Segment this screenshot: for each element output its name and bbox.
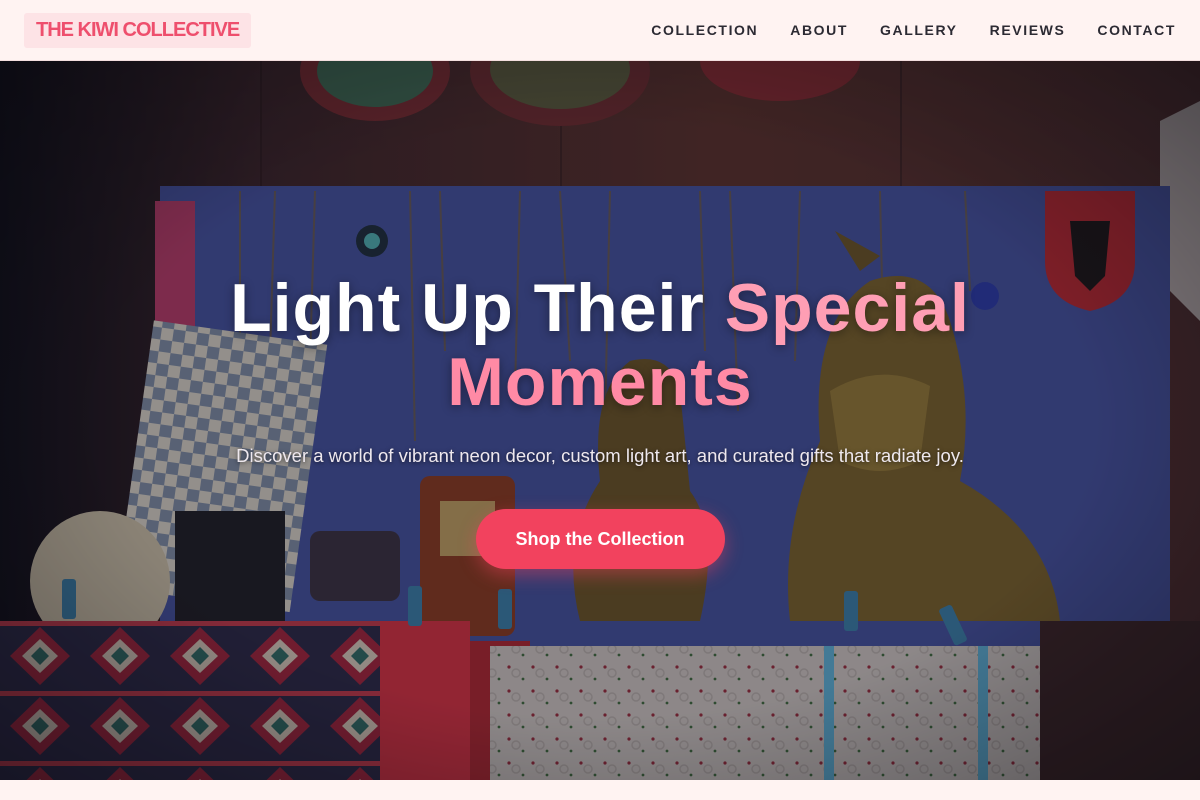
brand-logo[interactable]: THE KIWI COLLECTIVE — [24, 12, 252, 48]
hero-title-highlight-2: Moments — [447, 344, 753, 420]
hero-section: Light Up Their Special Moments Discover … — [0, 61, 1200, 780]
hero-title: Light Up Their Special Moments — [150, 271, 1050, 419]
hero-content: Light Up Their Special Moments Discover … — [0, 61, 1200, 780]
page-bottom-strip — [0, 780, 1200, 800]
hero-subtitle: Discover a world of vibrant neon decor, … — [236, 445, 964, 466]
main-nav: COLLECTION ABOUT GALLERY REVIEWS CONTACT — [651, 22, 1176, 38]
hero-title-part1: Light Up Their — [230, 270, 725, 346]
nav-link-collection[interactable]: COLLECTION — [651, 22, 758, 38]
shop-collection-button[interactable]: Shop the Collection — [475, 509, 725, 569]
nav-link-contact[interactable]: CONTACT — [1097, 22, 1176, 38]
nav-link-gallery[interactable]: GALLERY — [880, 22, 958, 38]
top-navbar: THE KIWI COLLECTIVE COLLECTION ABOUT GAL… — [0, 0, 1200, 61]
nav-link-reviews[interactable]: REVIEWS — [990, 22, 1066, 38]
nav-link-about[interactable]: ABOUT — [790, 22, 848, 38]
hero-title-highlight-1: Special — [724, 270, 970, 346]
